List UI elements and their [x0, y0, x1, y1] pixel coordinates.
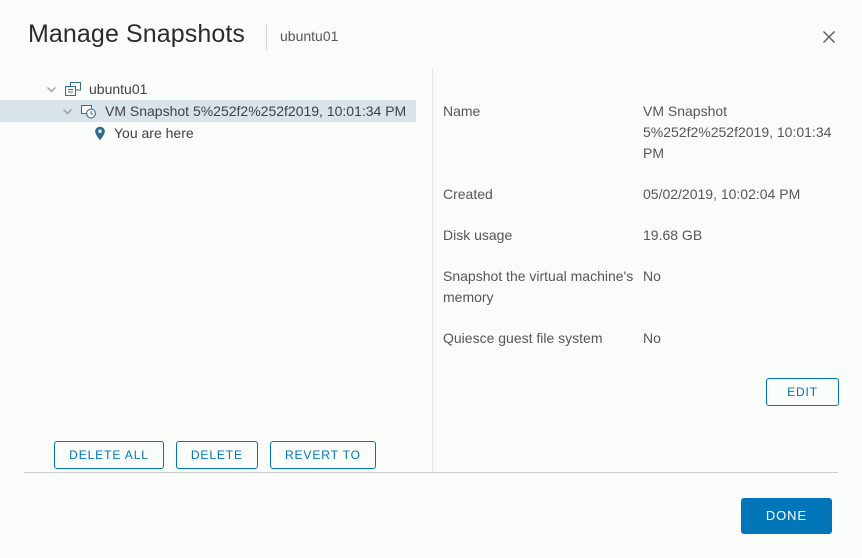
- detail-value: No: [643, 328, 833, 349]
- vm-name-subtitle: ubuntu01: [280, 28, 338, 44]
- detail-value: No: [643, 266, 833, 308]
- detail-label: Snapshot the virtual machine's memory: [443, 266, 643, 308]
- snapshot-details: Name VM Snapshot 5%252f2%252f2019, 10:01…: [443, 101, 839, 369]
- done-button-wrap: DONE: [741, 498, 832, 534]
- tree-node-label: ubuntu01: [89, 78, 147, 100]
- detail-label: Disk usage: [443, 225, 643, 246]
- chevron-down-icon[interactable]: [60, 104, 74, 118]
- tree-node-snapshot[interactable]: VM Snapshot 5%252f2%252f2019, 10:01:34 P…: [0, 100, 416, 122]
- detail-row-created: Created 05/02/2019, 10:02:04 PM: [443, 184, 839, 205]
- dialog-body: ubuntu01 VM Snapshot 5%252f2%252f2019, 1…: [0, 68, 862, 472]
- detail-row-disk-usage: Disk usage 19.68 GB: [443, 225, 839, 246]
- dialog-header: Manage Snapshots ubuntu01: [0, 0, 862, 68]
- title-divider: [266, 24, 267, 50]
- edit-button[interactable]: EDIT: [766, 378, 839, 406]
- detail-row-quiesce: Quiesce guest file system No: [443, 328, 839, 349]
- detail-label: Name: [443, 101, 643, 164]
- delete-button[interactable]: DELETE: [176, 441, 258, 469]
- revert-to-button[interactable]: REVERT TO: [270, 441, 376, 469]
- manage-snapshots-dialog: Manage Snapshots ubuntu01: [0, 0, 862, 558]
- tree-node-label: You are here: [114, 122, 194, 144]
- tree-node-vm[interactable]: ubuntu01: [0, 78, 430, 100]
- tree-action-bar: DELETE ALL DELETE REVERT TO: [0, 441, 430, 469]
- done-button[interactable]: DONE: [741, 498, 832, 534]
- virtual-machine-icon: [64, 81, 82, 97]
- detail-label: Created: [443, 184, 643, 205]
- map-pin-icon: [94, 125, 106, 141]
- detail-row-memory: Snapshot the virtual machine's memory No: [443, 266, 839, 308]
- edit-button-row: EDIT: [443, 378, 839, 406]
- detail-row-name: Name VM Snapshot 5%252f2%252f2019, 10:01…: [443, 101, 839, 164]
- page-title: Manage Snapshots: [28, 20, 245, 49]
- detail-label: Quiesce guest file system: [443, 328, 643, 349]
- detail-value: VM Snapshot 5%252f2%252f2019, 10:01:34 P…: [643, 101, 833, 164]
- snapshot-tree: ubuntu01 VM Snapshot 5%252f2%252f2019, 1…: [0, 78, 430, 144]
- panel-divider: [432, 68, 433, 472]
- detail-value: 05/02/2019, 10:02:04 PM: [643, 184, 833, 205]
- chevron-down-icon[interactable]: [44, 82, 58, 96]
- delete-all-button[interactable]: DELETE ALL: [54, 441, 164, 469]
- dialog-footer: DONE: [0, 473, 862, 558]
- tree-node-label: VM Snapshot 5%252f2%252f2019, 10:01:34 P…: [105, 100, 406, 122]
- detail-value: 19.68 GB: [643, 225, 833, 246]
- close-button[interactable]: [814, 22, 844, 52]
- snapshot-clock-icon: [80, 103, 98, 119]
- tree-node-you-are-here[interactable]: You are here: [0, 122, 430, 144]
- close-icon: [821, 29, 837, 45]
